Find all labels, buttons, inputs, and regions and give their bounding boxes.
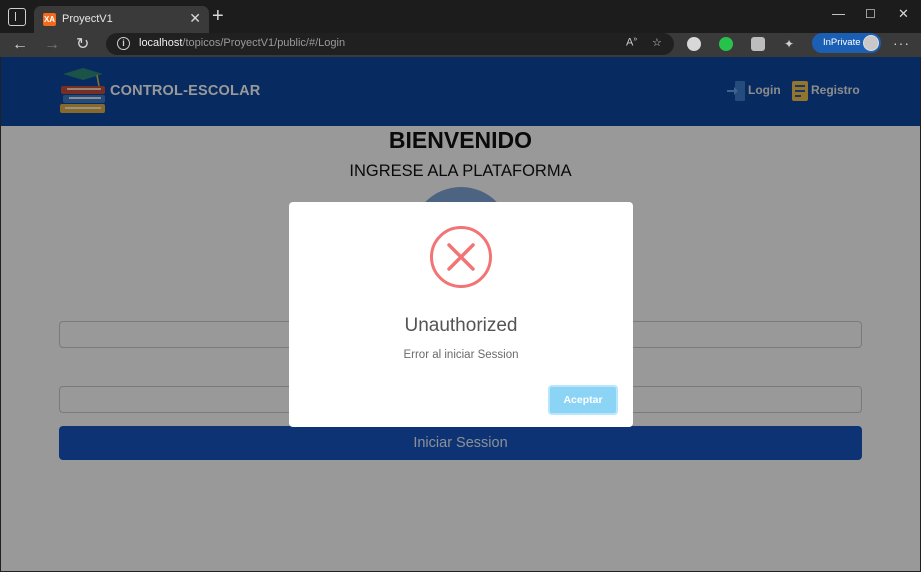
extensions-puzzle-icon[interactable]: ✦	[784, 37, 794, 51]
tab-actions-icon[interactable]	[8, 8, 26, 26]
back-icon[interactable]: ←	[12, 36, 28, 54]
site-info-icon[interactable]: i	[117, 37, 130, 50]
more-options-icon[interactable]: ···	[893, 35, 910, 51]
shield-extension-icon[interactable]	[751, 37, 765, 51]
tab-strip: XA ProyectV1 ✕ + — ☐ ✕	[0, 0, 921, 33]
profile-avatar-icon	[863, 35, 879, 51]
browser-toolbar: ← → ↻ i localhost/topicos/ProyectV1/publ…	[0, 33, 921, 57]
read-aloud-icon[interactable]: A»	[626, 36, 637, 49]
url-text: localhost/topicos/ProyectV1/public/#/Log…	[139, 37, 345, 49]
dialog-message: Error al iniciar Session	[403, 349, 519, 361]
refresh-icon[interactable]: ↻	[76, 36, 89, 54]
inprivate-badge[interactable]: InPrivate	[812, 33, 881, 53]
minimize-icon[interactable]: —	[832, 6, 845, 22]
green-extension-icon[interactable]	[719, 37, 733, 51]
browser-window: XA ProyectV1 ✕ + — ☐ ✕ ← → ↻ i localhost…	[0, 0, 921, 572]
adblock-extension-icon[interactable]	[687, 37, 701, 51]
maximize-icon[interactable]: ☐	[865, 6, 876, 22]
url-host: localhost	[139, 37, 183, 49]
error-x-icon	[430, 226, 492, 288]
tab-close-icon[interactable]: ✕	[189, 10, 201, 26]
accept-button[interactable]: Aceptar	[548, 385, 618, 415]
new-tab-icon[interactable]: +	[212, 6, 224, 26]
page-viewport: CONTROL-ESCOLAR Login Registro BIENVENID…	[1, 57, 920, 571]
address-bar[interactable]: i localhost/topicos/ProyectV1/public/#/L…	[106, 33, 674, 55]
window-close-icon[interactable]: ✕	[898, 6, 909, 22]
inprivate-label: InPrivate	[823, 37, 861, 48]
tab-title: ProyectV1	[62, 13, 113, 25]
dialog-title: Unauthorized	[404, 315, 518, 336]
browser-tab[interactable]: XA ProyectV1 ✕	[34, 6, 209, 33]
xampp-favicon-icon: XA	[43, 13, 56, 26]
favorites-star-icon[interactable]: ☆	[652, 36, 662, 49]
forward-icon[interactable]: →	[44, 36, 60, 54]
error-dialog: Unauthorized Error al iniciar Session Ac…	[289, 202, 633, 427]
url-path: /topicos/ProyectV1/public/#/Login	[182, 37, 346, 49]
